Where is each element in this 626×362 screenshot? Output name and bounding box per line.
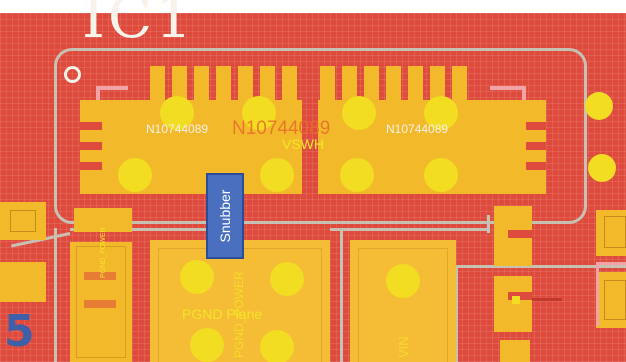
- pad-slot: [80, 162, 102, 170]
- pad-finger: [320, 66, 335, 102]
- outline-right-top: [455, 265, 626, 268]
- outline-trace-right-v: [487, 215, 490, 233]
- outline-left-lower: [54, 228, 57, 362]
- pad-finger: [408, 66, 423, 102]
- pad-slot: [80, 122, 102, 130]
- component-pad-right-bottom[interactable]: [500, 340, 530, 362]
- pad-finger: [386, 66, 401, 102]
- pad-slot: [526, 162, 546, 170]
- pad-slot: [508, 230, 532, 238]
- pad-finger: [216, 66, 231, 102]
- pad-finger: [238, 66, 253, 102]
- ic1-designator: IC1: [82, 0, 196, 51]
- outline-mid-lower: [340, 228, 343, 362]
- via-icon: [270, 262, 304, 296]
- snubber-label: Snubber: [217, 189, 233, 243]
- pcb-layout-view[interactable]: IC1 N10744089 N10744089 N10744089 VSWH P…: [0, 0, 626, 362]
- pad-finger: [194, 66, 209, 102]
- pad-stub: [80, 108, 92, 120]
- via-icon: [190, 328, 224, 362]
- courtyard-line: [596, 262, 599, 326]
- courtyard-line: [596, 262, 626, 265]
- via-icon: [118, 158, 152, 192]
- pad-finger: [364, 66, 379, 102]
- pad-slot: [526, 122, 546, 130]
- pad-finger: [282, 66, 297, 102]
- via-icon: [424, 158, 458, 192]
- via-icon: [180, 260, 214, 294]
- pgnd-power-small-label: PGND_POWER: [100, 227, 107, 278]
- pad-outline: [10, 210, 36, 232]
- component-pad-right-lower[interactable]: [494, 276, 532, 332]
- pad-slot: [80, 142, 102, 150]
- vin-label: VIN: [396, 336, 411, 358]
- net-label-left: N10744089: [146, 122, 209, 136]
- net-label-right: N10744089: [386, 122, 449, 136]
- pgnd-power-label: PGND_POWER: [232, 271, 246, 358]
- via-icon: [260, 330, 294, 362]
- pad-slot: [84, 300, 116, 308]
- via-icon: [585, 92, 613, 120]
- trace-red: [532, 298, 562, 301]
- via-icon: [386, 264, 420, 298]
- pad-outline: [604, 280, 626, 320]
- snubber-component[interactable]: Snubber: [206, 173, 244, 259]
- pad-marker: [512, 296, 520, 304]
- via-icon: [340, 158, 374, 192]
- pad-finger: [150, 66, 165, 102]
- pgnd-plane-label: PGND Plane: [182, 306, 263, 322]
- vswh-label: VSWH: [282, 136, 324, 152]
- pad-outline: [604, 216, 626, 248]
- pin-number-label: 5: [4, 306, 35, 357]
- component-pad-left-lower[interactable]: [0, 262, 46, 302]
- via-icon: [260, 158, 294, 192]
- pin1-marker-icon: [64, 66, 81, 83]
- pad-finger: [452, 66, 467, 102]
- via-icon: [342, 96, 376, 130]
- via-icon: [588, 154, 616, 182]
- outline-trace-right: [330, 228, 490, 231]
- courtyard-corner-tr-h: [490, 86, 526, 90]
- pad-slot: [526, 142, 546, 150]
- courtyard-corner-tl-h: [96, 86, 128, 90]
